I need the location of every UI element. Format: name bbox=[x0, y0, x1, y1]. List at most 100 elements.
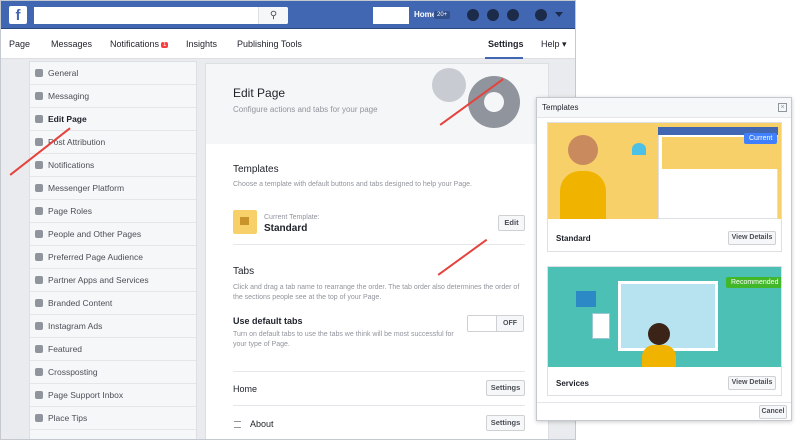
dialog-header: Templates × bbox=[537, 98, 791, 118]
sidebar-item-general[interactable]: General bbox=[30, 62, 196, 85]
sidebar-item-crossposting[interactable]: Crossposting bbox=[30, 361, 196, 384]
person-illustration-body bbox=[642, 345, 676, 367]
cancel-button[interactable]: Cancel bbox=[759, 405, 787, 419]
notifications-badge: 1 bbox=[161, 42, 169, 48]
nav-notifications[interactable]: Notifications 1 bbox=[110, 39, 169, 49]
nav-page[interactable]: Page bbox=[9, 39, 30, 49]
view-details-button[interactable]: View Details bbox=[728, 231, 776, 245]
tab-row-label: Home bbox=[233, 384, 258, 394]
sidebar-item-people-and-other-pages[interactable]: People and Other Pages bbox=[30, 223, 196, 246]
tabs-description-line1: Click and drag a tab name to rearrange t… bbox=[233, 284, 520, 291]
sidebar-item-preferred-audience[interactable]: Preferred Page Audience bbox=[30, 246, 196, 269]
person-illustration-body bbox=[560, 171, 606, 219]
inbox-icon bbox=[35, 391, 43, 399]
flag-icon bbox=[240, 217, 249, 225]
sidebar-item-edit-page[interactable]: Edit Page bbox=[30, 108, 196, 131]
sidebar-item-label: General bbox=[48, 68, 79, 78]
current-template-value: Standard bbox=[264, 223, 308, 234]
heart-icon bbox=[632, 143, 646, 155]
default-tabs-desc-line2: your type of Page. bbox=[233, 341, 290, 348]
search-icon[interactable]: ⚲ bbox=[258, 7, 288, 24]
sidebar-item-messenger-platform[interactable]: Messenger Platform bbox=[30, 177, 196, 200]
messenger-icon bbox=[35, 184, 43, 192]
default-tabs-toggle[interactable]: OFF bbox=[467, 315, 524, 332]
page-title: Edit Page bbox=[233, 86, 286, 100]
globe-icon[interactable] bbox=[507, 9, 519, 21]
sidebar-item-page-support-inbox[interactable]: Page Support Inbox bbox=[30, 384, 196, 407]
instagram-icon bbox=[35, 322, 43, 330]
edit-template-button[interactable]: Edit bbox=[498, 215, 525, 231]
facebook-logo[interactable]: f bbox=[9, 6, 27, 24]
nav-publishing-tools[interactable]: Publishing Tools bbox=[237, 39, 302, 49]
tabs-description-line2: the sections people see at the top of yo… bbox=[233, 294, 382, 301]
about-tab-settings-button[interactable]: Settings bbox=[486, 415, 525, 431]
gear-icon bbox=[35, 69, 43, 77]
use-default-tabs-label: Use default tabs bbox=[233, 316, 303, 326]
edit-page-content: Edit Page Configure actions and tabs for… bbox=[205, 63, 549, 439]
current-template-label: Current Template: bbox=[264, 214, 320, 221]
facebook-window: f ⚲ Home 20+ Page Messages Notifications… bbox=[0, 0, 576, 440]
view-details-button[interactable]: View Details bbox=[728, 376, 776, 390]
sidebar-item-label: Crossposting bbox=[48, 367, 98, 377]
active-tab-indicator bbox=[485, 57, 523, 59]
sidebar-item-label: Messenger Platform bbox=[48, 183, 125, 193]
divider bbox=[233, 405, 525, 406]
help-icon[interactable] bbox=[535, 9, 547, 21]
cart-icon bbox=[576, 291, 596, 307]
audience-icon bbox=[35, 253, 43, 261]
sidebar-item-label: Instagram Ads bbox=[48, 321, 103, 331]
card-label: Services bbox=[556, 379, 589, 388]
handshake-icon bbox=[35, 299, 43, 307]
sidebar-item-partner-apps[interactable]: Partner Apps and Services bbox=[30, 269, 196, 292]
tabs-heading: Tabs bbox=[233, 266, 255, 277]
sidebar-item-featured[interactable]: Featured bbox=[30, 338, 196, 361]
sidebar-item-place-tips[interactable]: Place Tips bbox=[30, 407, 196, 430]
sidebar-item-post-attribution[interactable]: Post Attribution bbox=[30, 131, 196, 154]
top-bar: f ⚲ Home 20+ bbox=[1, 1, 575, 29]
recommended-badge: Recommended bbox=[726, 277, 781, 288]
card-label: Standard bbox=[556, 234, 591, 243]
screen-illustration bbox=[618, 281, 718, 351]
template-card-services[interactable]: Recommended Services View Details bbox=[547, 266, 782, 396]
nav-notifications-label: Notifications bbox=[110, 39, 160, 49]
document-icon bbox=[592, 313, 610, 339]
person-icon bbox=[35, 207, 43, 215]
star-icon bbox=[35, 345, 43, 353]
redacted-search-text bbox=[34, 7, 132, 24]
close-icon[interactable]: × bbox=[778, 103, 787, 112]
template-card-standard[interactable]: Current Standard View Details bbox=[547, 122, 782, 252]
nav-insights[interactable]: Insights bbox=[186, 39, 217, 49]
home-tab-settings-button[interactable]: Settings bbox=[486, 380, 525, 396]
drag-handle-icon[interactable] bbox=[234, 421, 241, 428]
nav-help[interactable]: Help ▾ bbox=[541, 39, 567, 50]
current-badge: Current bbox=[744, 133, 778, 144]
divider bbox=[233, 371, 525, 372]
chevron-down-icon[interactable] bbox=[555, 12, 563, 17]
sidebar-item-notifications[interactable]: Notifications bbox=[30, 154, 196, 177]
sidebar-item-label: Partner Apps and Services bbox=[48, 275, 149, 285]
gear-hole bbox=[484, 92, 504, 112]
nav-settings[interactable]: Settings bbox=[488, 39, 524, 49]
sidebar-item-page-roles[interactable]: Page Roles bbox=[30, 200, 196, 223]
sidebar-item-label: People and Other Pages bbox=[48, 229, 142, 239]
pencil-icon bbox=[35, 115, 43, 123]
home-badge: 20+ bbox=[434, 11, 451, 19]
redacted-profile-name bbox=[373, 7, 409, 24]
video-icon bbox=[35, 368, 43, 376]
sidebar-item-instagram-ads[interactable]: Instagram Ads bbox=[30, 315, 196, 338]
tab-row-label: About bbox=[250, 419, 274, 429]
messenger-icon[interactable] bbox=[487, 9, 499, 21]
sidebar-item-label: Featured bbox=[48, 344, 83, 354]
globe-icon bbox=[35, 161, 43, 169]
search-bar[interactable]: ⚲ bbox=[34, 7, 288, 24]
friends-icon[interactable] bbox=[467, 9, 479, 21]
templates-description: Choose a template with default buttons a… bbox=[233, 181, 472, 188]
sidebar-item-label: Page Roles bbox=[48, 206, 92, 216]
flag-icon bbox=[35, 138, 43, 146]
home-link[interactable]: Home bbox=[414, 10, 436, 19]
sidebar-item-label: Branded Content bbox=[48, 298, 113, 308]
sidebar-item-branded-content[interactable]: Branded Content bbox=[30, 292, 196, 315]
nav-messages[interactable]: Messages bbox=[51, 39, 92, 49]
sidebar-item-messaging[interactable]: Messaging bbox=[30, 85, 196, 108]
templates-dialog: Templates × Current Standard View Detail… bbox=[536, 97, 792, 421]
